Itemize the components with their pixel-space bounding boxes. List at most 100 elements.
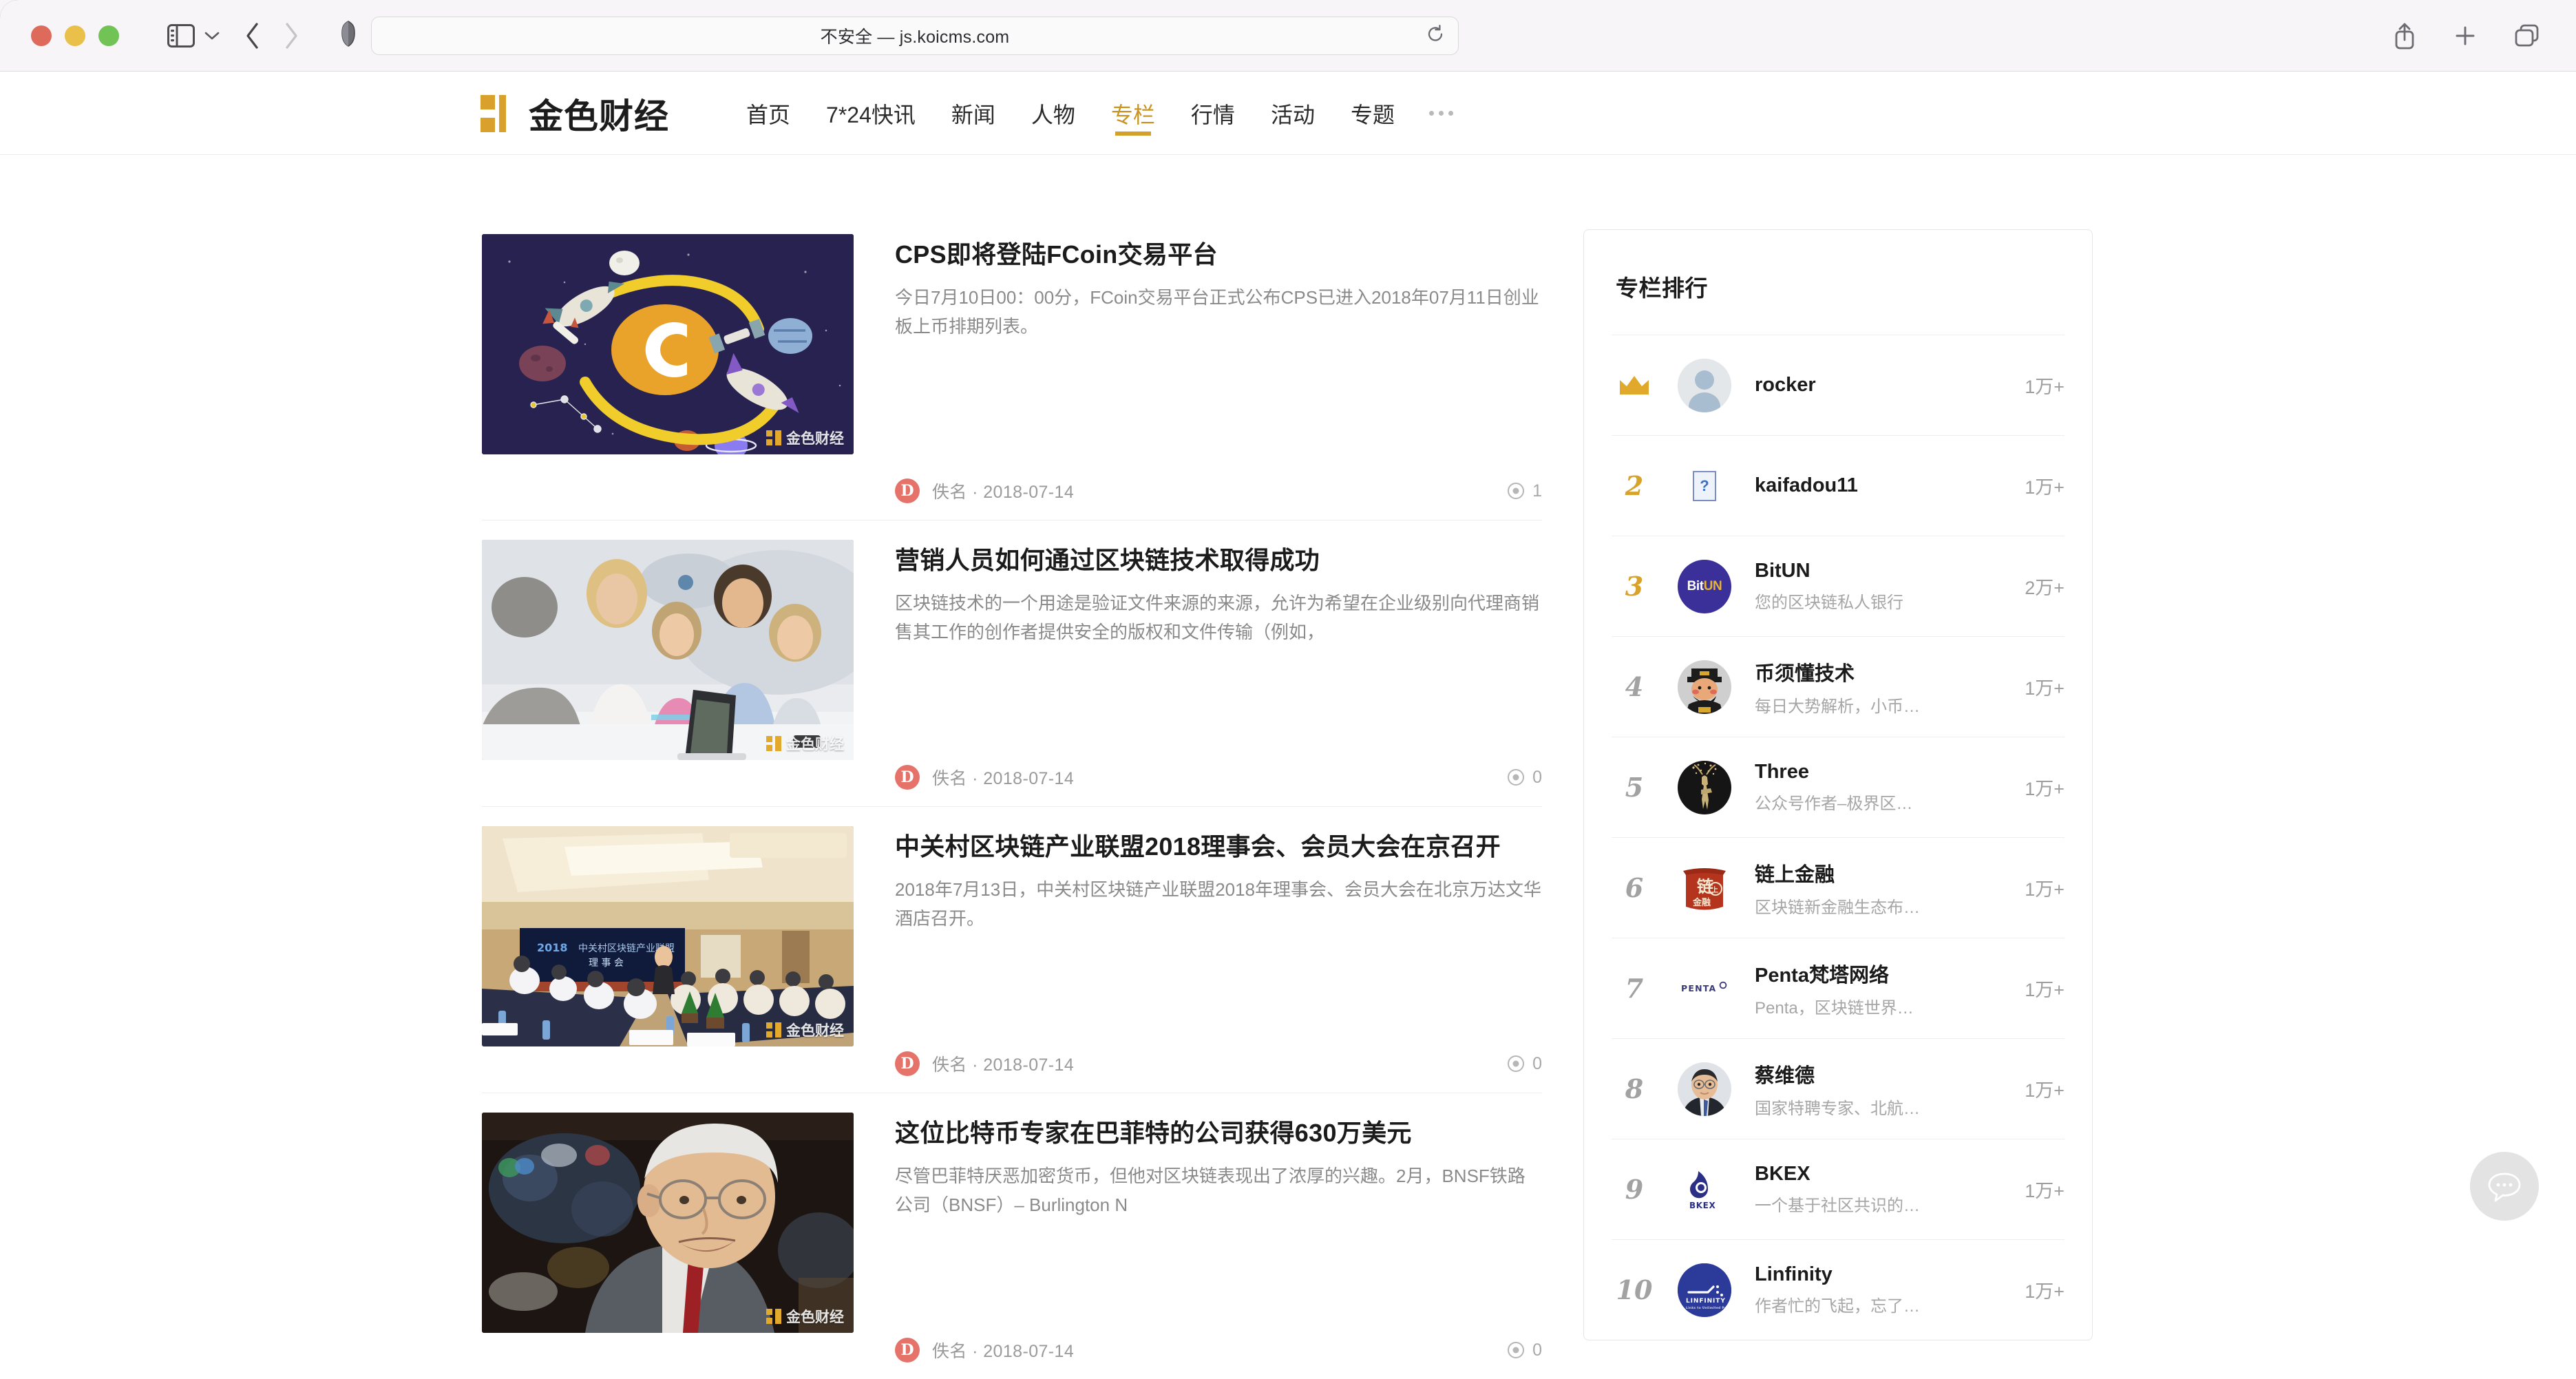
meta-separator: ·	[972, 1055, 984, 1075]
close-button[interactable]	[31, 25, 52, 46]
article-title[interactable]: 中关村区块链产业联盟2018理事会、会员大会在京召开	[895, 829, 1542, 864]
ranking-desc: 公众号作者–极界区…	[1755, 794, 1913, 813]
security-shield-button[interactable]	[341, 20, 356, 51]
nav-more-button[interactable]	[1413, 111, 1470, 116]
nav-item-newsflash[interactable]: 7*24快讯	[808, 72, 933, 155]
article-content: CPS即将登陆FCoin交易平台 今日7月10日00：00分，FCoin交易平台…	[895, 234, 1542, 520]
article-title[interactable]: 这位比特币专家在巴菲特的公司获得630万美元	[895, 1115, 1542, 1150]
watermark-text: 金色财经	[786, 431, 844, 447]
article-summary: 区块链技术的一个用途是验证文件来源的来源，允许为希望在企业级别向代理商销售其工作…	[895, 593, 1540, 643]
ranking-desc: 区块链新金融生态布…	[1755, 898, 1920, 917]
nav-item-columns[interactable]: 专栏	[1093, 72, 1173, 155]
ranking-row[interactable]: rocker 1万+	[1612, 335, 2065, 435]
nav-item-news[interactable]: 新闻	[933, 72, 1013, 155]
ranking-row[interactable]: 4 币须懂技术 每日大势解析，小币… 1万+	[1612, 636, 2065, 737]
zoom-button[interactable]	[98, 25, 119, 46]
ranking-name[interactable]: BKEX	[1755, 1163, 2014, 1186]
sidebar-toggle-button[interactable]	[167, 23, 195, 48]
article-list-item[interactable]: 2018 中关村区块链产业联盟 理 事 会 金色财经 中关村区块链产业联盟201…	[482, 807, 1542, 1093]
article-content: 营销人员如何通过区块链技术取得成功 区块链技术的一个用途是验证文件来源的来源，允…	[895, 540, 1542, 806]
article-list-item[interactable]: 金色财经 这位比特币专家在巴菲特的公司获得630万美元 尽管巴菲特厌恶加密货币，…	[482, 1093, 1542, 1379]
view-count-value: 0	[1532, 1053, 1542, 1073]
article-thumbnail[interactable]: 金色财经	[482, 540, 854, 760]
column-ranking-panel: 专栏排行 rocker 1万+ 2 ? kaifadou11 1万+ 3 Bit…	[1583, 229, 2093, 1340]
share-button[interactable]	[2393, 21, 2416, 50]
ranking-row[interactable]: 3 BitUN BitUN 您的区块链私人银行 2万+	[1612, 536, 2065, 636]
ranking-name[interactable]: rocker	[1755, 374, 2014, 397]
ranking-name[interactable]: Linfinity	[1755, 1263, 2014, 1286]
ellipsis-dot-icon	[1428, 111, 1434, 116]
ranking-avatar: BitUN	[1678, 559, 1731, 613]
rank-number: 3	[1625, 571, 1644, 602]
ranking-avatar: 链 上 金融	[1678, 861, 1731, 915]
family-meeting-photo	[482, 540, 854, 760]
nav-item-topics[interactable]: 专题	[1333, 72, 1413, 155]
site-header: 金色财经 首页 7*24快讯 新闻 人物 专栏 行情 活动 专题	[0, 72, 2576, 155]
minimize-button[interactable]	[65, 25, 85, 46]
reload-button[interactable]	[1425, 23, 1446, 48]
ranking-name[interactable]: kaifadou11	[1755, 474, 2014, 497]
eye-view-icon	[1508, 1055, 1525, 1072]
article-thumbnail[interactable]: 2018 中关村区块链产业联盟 理 事 会 金色财经	[482, 826, 854, 1046]
ranking-name[interactable]: 蔡维德	[1755, 1060, 2014, 1088]
article-view-count: 0	[1506, 1054, 1542, 1074]
view-count-value: 1	[1532, 481, 1542, 501]
site-logo[interactable]: 金色财经	[479, 89, 669, 138]
tab-overview-button[interactable]	[2514, 23, 2540, 48]
article-meta: D 佚名 · 2018-07-14 0	[895, 765, 1542, 790]
rank-number: 8	[1625, 1073, 1644, 1104]
rank-number: 4	[1625, 671, 1644, 702]
back-button[interactable]	[244, 22, 261, 50]
ranking-name[interactable]: 链上金融	[1755, 859, 2014, 887]
ranking-row[interactable]: 10 LINFINITY Links to Unlimited Possibil…	[1612, 1239, 2065, 1340]
sidebar-dropdown-button[interactable]	[204, 31, 220, 41]
rank-number: 10	[1616, 1274, 1653, 1305]
nav-item-events[interactable]: 活动	[1253, 72, 1333, 155]
rank-number: 7	[1625, 973, 1644, 1004]
ranking-avatar	[1678, 660, 1731, 714]
ranking-count: 1万+	[2025, 779, 2065, 799]
new-tab-button[interactable]	[2453, 24, 2477, 48]
article-author-date: 佚名 · 2018-07-14	[932, 1051, 1074, 1076]
article-content: 这位比特币专家在巴菲特的公司获得630万美元 尽管巴菲特厌恶加密货币，但他对区块…	[895, 1113, 1542, 1379]
rank-number: 6	[1625, 872, 1644, 903]
thumbnail-watermark: 金色财经	[766, 1020, 844, 1040]
svg-text:理 事 会: 理 事 会	[589, 958, 624, 969]
crown-icon	[1620, 375, 1649, 394]
back-chevron-icon	[246, 22, 258, 49]
eye-view-icon	[1508, 1342, 1525, 1358]
ranking-name[interactable]: 币须懂技术	[1755, 657, 2014, 686]
ranking-name[interactable]: Three	[1755, 761, 2014, 783]
author-avatar: D	[895, 765, 920, 790]
ranking-row[interactable]: 2 ? kaifadou11 1万+	[1612, 435, 2065, 536]
ranking-name[interactable]: Penta梵塔网络	[1755, 959, 2014, 988]
nav-item-people[interactable]: 人物	[1013, 72, 1093, 155]
nav-item-markets[interactable]: 行情	[1173, 72, 1253, 155]
ranking-row[interactable]: 7 PENTA Penta梵塔网络 Penta，区块链世界… 1万+	[1612, 938, 2065, 1038]
ranking-row[interactable]: 6 链 上 金融 链上金融 区块链新金融生态布… 1万+	[1612, 837, 2065, 938]
article-author: 佚名	[932, 1342, 967, 1361]
chat-support-button[interactable]	[2470, 1152, 2539, 1221]
penta-logo-icon: PENTA	[1678, 961, 1731, 1015]
nav-item-home[interactable]: 首页	[728, 72, 808, 155]
article-title[interactable]: CPS即将登陆FCoin交易平台	[895, 237, 1542, 272]
ranking-name[interactable]: BitUN	[1755, 560, 2014, 582]
ranking-info: BKEX 一个基于社区共识的…	[1755, 1163, 2014, 1216]
address-bar-text: 不安全 — js.koicms.com	[820, 27, 1010, 47]
article-list-item[interactable]: 金色财经 营销人员如何通过区块链技术取得成功 区块链技术的一个用途是验证文件来源…	[482, 520, 1542, 806]
svg-text:Links to Unlimited Possibiliti: Links to Unlimited Possibilities	[1686, 1306, 1731, 1310]
article-list-item[interactable]: 金色财经 CPS即将登陆FCoin交易平台 今日7月10日00：00分，FCoi…	[482, 234, 1542, 520]
address-bar[interactable]: 不安全 — js.koicms.com	[371, 16, 1459, 55]
ranking-row[interactable]: 8 蔡维德 国家特聘专家、北航… 1万+	[1612, 1038, 2065, 1139]
svg-text:PENTA: PENTA	[1681, 983, 1716, 993]
forward-button[interactable]	[283, 22, 299, 50]
window-corner-mask	[0, 0, 55, 23]
ranking-avatar: ?	[1678, 459, 1731, 513]
ranking-avatar	[1678, 760, 1731, 814]
article-thumbnail[interactable]: 金色财经	[482, 234, 854, 454]
ranking-row[interactable]: 5 Three 公众号作者–极界区… 1万+	[1612, 737, 2065, 837]
rank-number: 9	[1625, 1174, 1644, 1205]
article-thumbnail[interactable]: 金色财经	[482, 1113, 854, 1333]
ranking-row[interactable]: 9 BKEX BKEX 一个基于社区共识的… 1万+	[1612, 1139, 2065, 1239]
article-title[interactable]: 营销人员如何通过区块链技术取得成功	[895, 543, 1542, 578]
